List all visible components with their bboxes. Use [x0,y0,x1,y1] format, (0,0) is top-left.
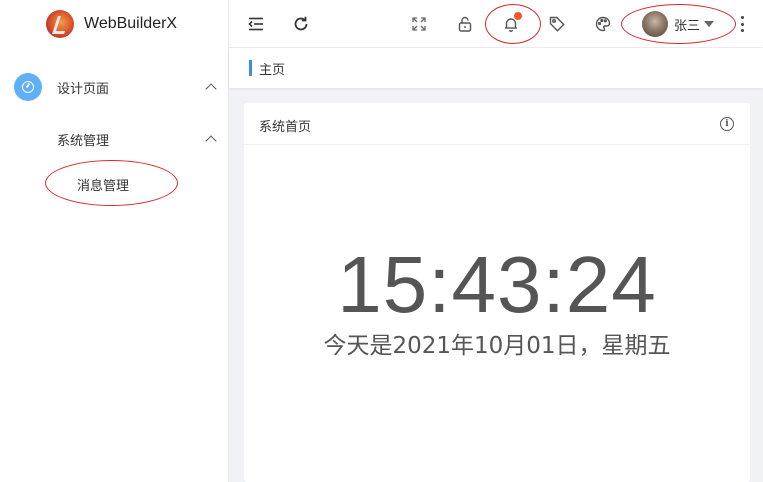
brand-name: WebBuilderX [84,15,178,32]
brand-logo-icon [46,10,74,38]
sidebar-item-label: 系统管理 [57,133,110,149]
bell-icon[interactable] [501,12,522,34]
chevron-up-icon [205,135,217,147]
avatar [642,11,668,37]
info-icon[interactable]: i [720,117,734,131]
tag-icon[interactable] [547,14,567,34]
sidebar-item-message-management[interactable]: 消息管理 [0,160,229,206]
tab-accent-bar [249,60,252,76]
sidebar-item-label: 设计页面 [57,81,110,97]
tab-home[interactable]: 主页 [249,60,286,78]
sidebar: WebBuilderX 设计页面 系统管理 消息管理 [0,0,229,482]
menu-fold-icon[interactable] [246,14,266,34]
sidebar-item-design-page[interactable]: 设计页面 [0,72,229,102]
user-name: 张三 [674,18,701,34]
user-menu[interactable]: 张三 [642,10,715,38]
home-card: 系统首页 i 15:43:24 今天是2021年10月01日，星期五 [244,103,750,482]
card-title: 系统首页 [259,120,312,135]
tab-label: 主页 [259,62,286,78]
top-header: 张三 [229,0,763,48]
notification-dot [514,12,522,20]
more-vertical-icon[interactable] [740,16,744,32]
card-header: 系统首页 i [244,103,750,145]
tab-bar: 主页 [229,48,763,88]
sidebar-item-system-management[interactable]: 系统管理 [0,124,229,154]
palette-icon[interactable] [593,14,613,34]
lock-icon[interactable] [455,14,475,34]
clock-date: 今天是2021年10月01日，星期五 [323,333,671,359]
sidebar-item-label: 消息管理 [77,178,130,194]
compass-icon [14,73,42,101]
chevron-up-icon [205,83,217,95]
brand[interactable]: WebBuilderX [46,9,177,39]
caret-down-icon [704,21,715,27]
clock-time: 15:43:24 [337,240,657,329]
fullscreen-icon[interactable] [409,14,429,34]
refresh-icon[interactable] [291,14,311,34]
